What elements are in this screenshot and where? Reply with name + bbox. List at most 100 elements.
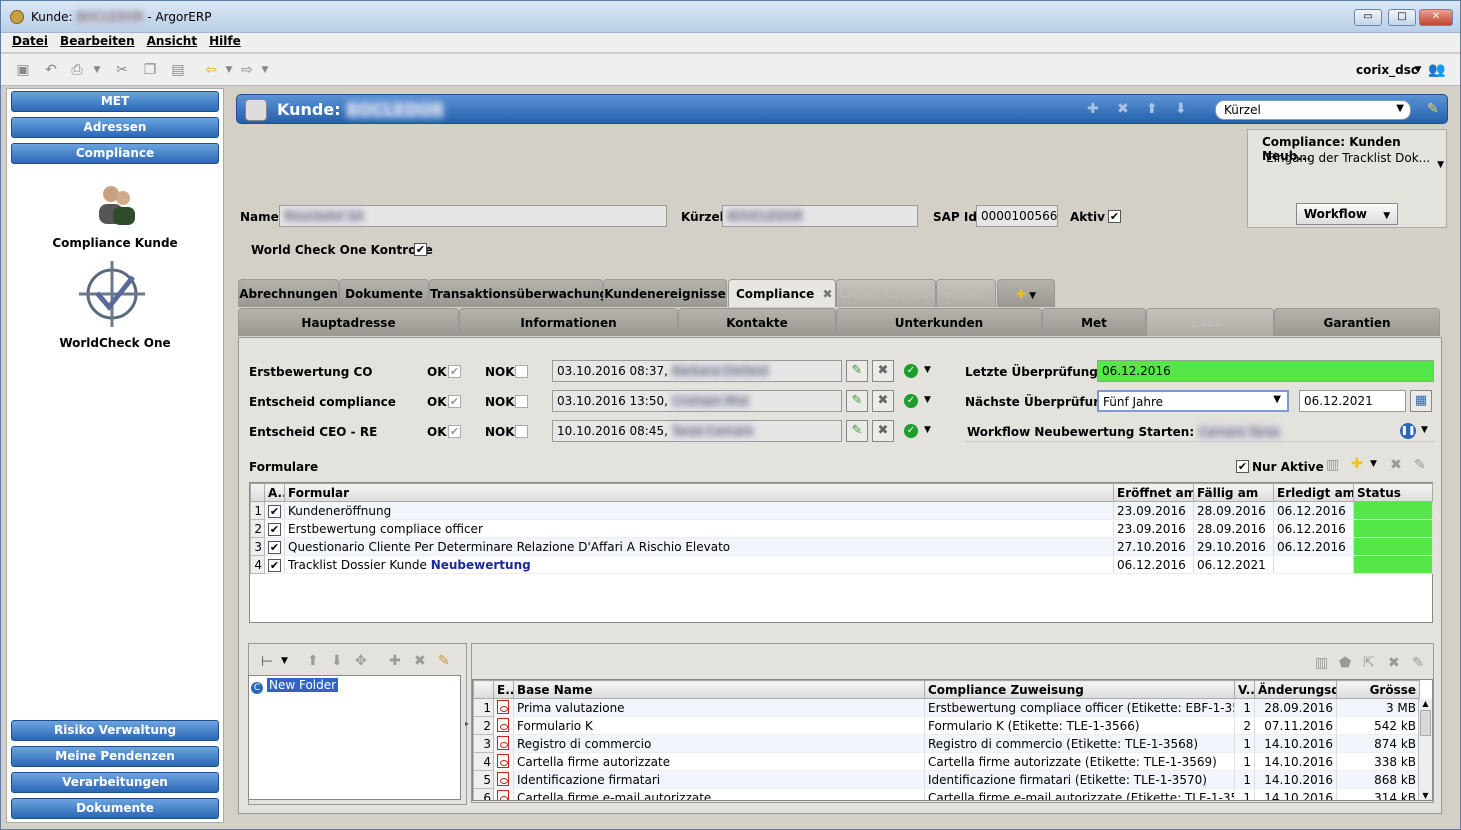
folder-down-icon[interactable]: ⬇ [331, 653, 343, 669]
tab-kundenereignisse[interactable]: Kundenereignisse [603, 279, 727, 307]
edit-folder-icon[interactable]: ✎ [438, 653, 450, 669]
table-row[interactable]: 1 Prima valutazione Erstbewertung compliac… [473, 698, 1420, 717]
col-groesse[interactable]: Grösse [1336, 680, 1420, 699]
col-aktiv[interactable]: A... [264, 483, 285, 502]
tab-met[interactable]: Met [1042, 308, 1146, 336]
add-tab-button[interactable]: ✚ ▼ [997, 279, 1055, 307]
wco-checkbox[interactable]: ✔ [414, 243, 427, 256]
tab-abrechnungen[interactable]: Abrechnungen [238, 279, 339, 307]
clear-icon[interactable]: ✖ [872, 420, 894, 442]
vertical-scrollbar[interactable]: ▲ ▼ [1418, 699, 1432, 800]
table-row[interactable]: 6 Cartella firme e-mail autorizzate Cartel… [473, 788, 1420, 800]
nok-checkbox[interactable] [515, 365, 528, 378]
ok-checkbox[interactable]: ✔ [448, 395, 461, 408]
move-icon[interactable]: ✥ [355, 653, 367, 669]
entscheid-compliance-field[interactable]: 03.10.2016 13:50, Cristijan Mist [552, 390, 842, 412]
maximize-button[interactable]: □ [1388, 9, 1416, 26]
tab-dokumente[interactable]: Dokumente [339, 279, 429, 307]
table-row[interactable]: 3 ✔ Questionario Cliente Per Determinare R… [250, 537, 1433, 556]
row-checkbox[interactable]: ✔ [264, 519, 285, 538]
nav-compliance[interactable]: Compliance [11, 143, 219, 164]
current-user[interactable]: corix_dsc [1356, 63, 1418, 77]
scrollbar-thumb[interactable] [1420, 710, 1431, 736]
barcode-icon[interactable]: ▥ [1315, 655, 1328, 671]
calendar-icon[interactable]: ▦ [1410, 390, 1432, 412]
delete-icon[interactable]: ✖ [1117, 101, 1129, 117]
status-dropdown-icon[interactable]: ▼ [924, 395, 931, 405]
copy-icon[interactable]: ❐ [142, 62, 158, 78]
compliance-kunde-icon[interactable] [93, 182, 139, 228]
tree-dropdown-icon[interactable]: ▼ [281, 656, 288, 666]
menu-hilfe[interactable]: Hilfe [203, 33, 247, 48]
add-folder-icon[interactable]: ✚ [389, 653, 401, 669]
pause-icon[interactable]: ❚❚ [1400, 423, 1416, 439]
folder-up-icon[interactable]: ⬆ [307, 653, 319, 669]
users-icon[interactable]: 👥 [1428, 62, 1445, 78]
delete-folder-icon[interactable]: ✖ [414, 653, 426, 669]
kuerzel-select[interactable]: Kürzel ▼ [1215, 100, 1411, 120]
entscheid-ceo-field[interactable]: 10.10.2016 08:45, Taras Camaro [552, 420, 842, 442]
edit-document-icon[interactable]: ✎ [1412, 655, 1424, 671]
worldcheck-one-label[interactable]: WorldCheck One [7, 336, 223, 350]
nur-aktive-checkbox[interactable]: ✔ [1236, 460, 1249, 473]
scroll-up-icon[interactable]: ▲ [1419, 699, 1432, 708]
tab-compliance[interactable]: Compliance ✖ [728, 279, 836, 307]
back-icon[interactable]: ⇦ [203, 62, 219, 78]
back-dropdown-icon[interactable]: ▼ [221, 62, 237, 78]
status-dropdown-icon[interactable]: ▼ [924, 425, 931, 435]
print-icon[interactable]: ⎙ [69, 62, 85, 78]
export-icon[interactable]: ⇱ [1363, 655, 1375, 671]
row-checkbox[interactable]: ✔ [264, 555, 285, 574]
tab-garantien[interactable]: Garantien [1274, 308, 1440, 336]
col-faellig[interactable]: Fällig am [1193, 483, 1274, 502]
table-row[interactable]: 3 Registro di commercio Registro di commer… [473, 734, 1420, 753]
col-e[interactable]: E... [493, 680, 514, 699]
table-row[interactable]: 2 Formulario K Formulario K (Etikette: TLE… [473, 716, 1420, 735]
delete-formular-icon[interactable]: ✖ [1390, 457, 1402, 473]
print-dropdown-icon[interactable]: ▼ [89, 62, 105, 78]
sign-icon[interactable]: ✎ [846, 360, 868, 382]
close-button[interactable]: ✕ [1419, 9, 1453, 26]
worldcheck-one-icon[interactable] [77, 259, 147, 329]
clear-icon[interactable]: ✖ [872, 360, 894, 382]
workflow-button[interactable]: Workflow ▼ [1296, 203, 1398, 225]
tab-hauptadresse[interactable]: Hauptadresse [238, 308, 459, 336]
col-eroeffnet[interactable]: Eröffnet am [1113, 483, 1194, 502]
ok-checkbox[interactable]: ✔ [448, 425, 461, 438]
letzte-ueberpruefung-field[interactable]: 06.12.2016 [1097, 360, 1434, 382]
tab-kontakte[interactable]: Kontakte [678, 308, 836, 336]
tab-transaktionsueberwachung[interactable]: Transaktionsüberwachung [429, 279, 608, 307]
table-row[interactable]: 4 Cartella firme autorizzate Cartella firm… [473, 752, 1420, 771]
cut-icon[interactable]: ✂ [114, 62, 130, 78]
edit-formular-icon[interactable]: ✎ [1414, 457, 1426, 473]
table-row[interactable]: 5 Identificazione firmatari Identificazion… [473, 770, 1420, 789]
nav-adressen[interactable]: Adressen [11, 117, 219, 138]
delete-document-icon[interactable]: ✖ [1388, 655, 1400, 671]
menu-bearbeiten[interactable]: Bearbeiten [54, 33, 141, 48]
col-erledigt[interactable]: Erledigt am [1273, 483, 1354, 502]
table-row[interactable]: 4 ✔ Tracklist Dossier Kunde Neubewertung 06… [250, 555, 1433, 574]
table-row[interactable]: 2 ✔ Erstbewertung compliace officer 23.09.2… [250, 519, 1433, 538]
nav-meine-pendenzen[interactable]: Meine Pendenzen [11, 746, 219, 767]
clear-icon[interactable]: ✖ [872, 390, 894, 412]
paste-icon[interactable]: ▤ [170, 62, 186, 78]
col-base-name[interactable]: Base Name [513, 680, 925, 699]
forward-dropdown-icon[interactable]: ▼ [257, 62, 273, 78]
nav-met[interactable]: MET [11, 91, 219, 112]
aktiv-checkbox[interactable]: ✔ [1108, 210, 1121, 223]
row-checkbox[interactable]: ✔ [264, 501, 285, 520]
tab-unterkunden[interactable]: Unterkunden [836, 308, 1042, 336]
sap-id-field[interactable]: 0000100566 [976, 205, 1058, 227]
row-checkbox[interactable]: ✔ [264, 537, 285, 556]
tree-view-icon[interactable]: ⊢ [261, 654, 273, 670]
columns-icon[interactable]: ▥ [1326, 457, 1339, 473]
stamp-icon[interactable]: ⬟ [1339, 655, 1351, 671]
menu-datei[interactable]: Datei [6, 33, 54, 48]
nok-checkbox[interactable] [515, 425, 528, 438]
tab-informationen[interactable]: Informationen [459, 308, 678, 336]
col-version[interactable]: V... [1234, 680, 1255, 699]
minimize-button[interactable]: ▭ [1354, 9, 1382, 26]
name-field[interactable]: Boucledor SA [279, 205, 667, 227]
workflow-expand-icon[interactable]: ▼ [1437, 160, 1444, 170]
ok-checkbox[interactable]: ✔ [448, 365, 461, 378]
